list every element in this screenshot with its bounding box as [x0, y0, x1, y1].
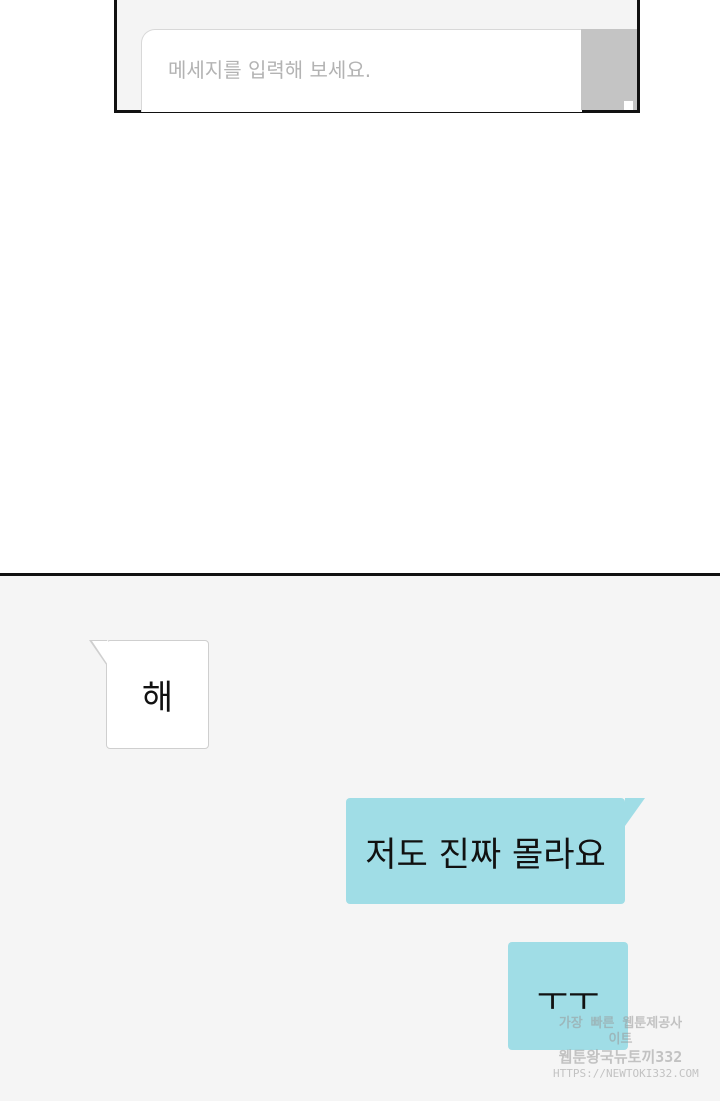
message-text: 저도 진짜 몰라요 — [365, 834, 606, 875]
chat-window-top: 메세지를 입력해 보세요. — [114, 0, 640, 113]
watermark-line: 가장 빠른 웹툰제공사이트 — [558, 1016, 683, 1047]
message-text: ㅜㅜ — [536, 979, 600, 1020]
watermark-line: 웹툰왕국뉴토끼332 — [558, 1048, 683, 1066]
chat-window: 해 저도 진짜 몰라요 ㅜㅜ 가장 빠른 웹툰제공사이트 웹툰왕국뉴토끼332 … — [0, 573, 720, 1101]
send-icon — [624, 101, 633, 110]
message-text: 해 — [141, 678, 174, 718]
received-message-bubble: 해 — [89, 640, 209, 749]
watermark-line: HTTPS://NEWTOKI332.COM — [553, 1067, 699, 1080]
send-button[interactable] — [581, 29, 637, 110]
sent-message-bubble: 저도 진짜 몰라요 — [346, 798, 645, 904]
watermark: 가장 빠른 웹툰제공사이트 웹툰왕국뉴토끼332 HTTPS://NEWTOKI… — [553, 1016, 699, 1081]
message-input[interactable]: 메세지를 입력해 보세요. — [141, 29, 582, 112]
message-input-placeholder: 메세지를 입력해 보세요. — [168, 58, 372, 82]
